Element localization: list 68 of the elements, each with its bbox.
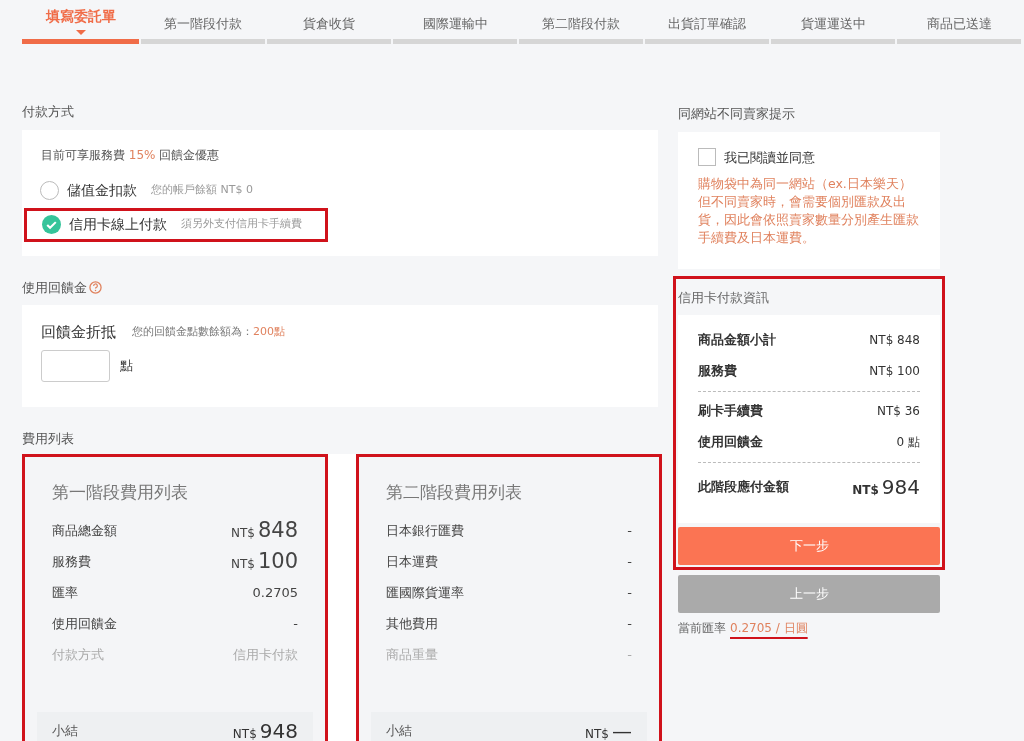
fee-value: -: [627, 614, 632, 633]
notice-message: 購物袋中為同一網站（ex.日本樂天）但不同賣家時，會需要個別匯款及出貨，因此會依照賣家數量分別產生匯款手續費及日本運費。: [698, 175, 920, 247]
check-circle-icon: [42, 215, 61, 234]
info-value: NT$ 36: [876, 403, 920, 420]
subtotal-label: 小結: [52, 721, 78, 740]
fee-value: 0.2705: [252, 583, 298, 602]
fee-value: NT$100: [230, 547, 298, 575]
radio-icon: [40, 181, 59, 200]
agree-checkbox[interactable]: [698, 148, 716, 167]
total-label: 此階段應付金額: [698, 477, 789, 496]
subtotal-label: 小結: [386, 721, 412, 740]
fee-label: 匯國際貨運率: [386, 583, 464, 602]
panel-title: 信用卡付款資訊: [678, 288, 769, 307]
option-label: 信用卡線上付款: [69, 215, 167, 234]
step-tab[interactable]: 出貨訂單確認: [645, 4, 769, 44]
fee-value: 信用卡付款: [233, 645, 298, 664]
points-input[interactable]: [41, 349, 110, 382]
step-tab[interactable]: 第二階段付款: [519, 4, 643, 44]
fee-label: 使用回饋金: [52, 614, 117, 633]
fee-value: -: [627, 521, 632, 540]
fee-value: -: [627, 645, 632, 664]
fee-label: 日本銀行匯費: [386, 521, 464, 540]
info-label: 使用回饋金: [698, 433, 763, 452]
table-title: 第一階段費用列表: [52, 480, 189, 504]
fee-value: NT$848: [230, 516, 298, 544]
info-value: 0 點: [896, 434, 920, 451]
checkbox-label: 我已閱讀並同意: [724, 148, 815, 167]
step-tab[interactable]: 第一階段付款: [141, 4, 265, 44]
fee-label: 付款方式: [52, 645, 104, 664]
info-value: NT$ 848: [869, 332, 920, 349]
step-tab[interactable]: 商品已送達: [897, 4, 1021, 44]
option-note: 您的帳戶餘額 NT$ 0: [151, 182, 253, 199]
fee-label: 商品重量: [386, 645, 438, 664]
option-note: 須另外支付信用卡手續費: [181, 216, 302, 233]
section-title: 使用回饋金: [22, 278, 87, 297]
caret-icon: [75, 30, 86, 35]
balance-text: 您的回饋金點數餘額為：200點: [132, 324, 285, 340]
fee-label: 日本運費: [386, 552, 438, 571]
fee-label: 服務費: [52, 552, 91, 571]
subtotal-value: NT$948: [232, 717, 298, 741]
fee-value: -: [627, 552, 632, 571]
payment-option[interactable]: 信用卡線上付款 須另外支付信用卡手續費: [24, 207, 328, 242]
fee-label: 其他費用: [386, 614, 438, 633]
section-title: 付款方式: [22, 103, 75, 121]
payment-option[interactable]: 儲值金扣款 您的帳戶餘額 NT$ 0: [22, 173, 326, 208]
info-label: 刷卡手續費: [698, 402, 763, 421]
promo-text: 目前可享服務費 15% 回饋金優惠: [41, 146, 221, 164]
rebate-label: 回饋金折抵: [41, 322, 116, 343]
section-title: 同網站不同賣家提示: [678, 105, 796, 123]
info-value: NT$ 100: [869, 363, 920, 380]
info-label: 商品金額小計: [698, 331, 776, 350]
info-label: 服務費: [698, 362, 737, 381]
subtotal-value: NT$—: [585, 717, 632, 741]
total-value: NT$984: [852, 473, 920, 501]
rate-value: 0.2705 / 日圓: [730, 619, 808, 637]
fee-label: 匯率: [52, 583, 78, 602]
step-tab[interactable]: 國際運輸中: [393, 4, 517, 44]
section-title: 費用列表: [22, 430, 75, 448]
fee-value: -: [293, 614, 298, 633]
help-icon[interactable]: [89, 280, 102, 294]
fee-label: 商品總金額: [52, 521, 117, 540]
step-tab[interactable]: 貨運運送中: [771, 4, 895, 44]
step-tab[interactable]: 貨倉收貨: [267, 4, 391, 44]
unit-label: 點: [120, 356, 133, 375]
fee-value: -: [627, 583, 632, 602]
table-title: 第二階段費用列表: [386, 480, 523, 504]
rate-label: 當前匯率: [678, 619, 726, 637]
option-label: 儲值金扣款: [67, 181, 137, 200]
